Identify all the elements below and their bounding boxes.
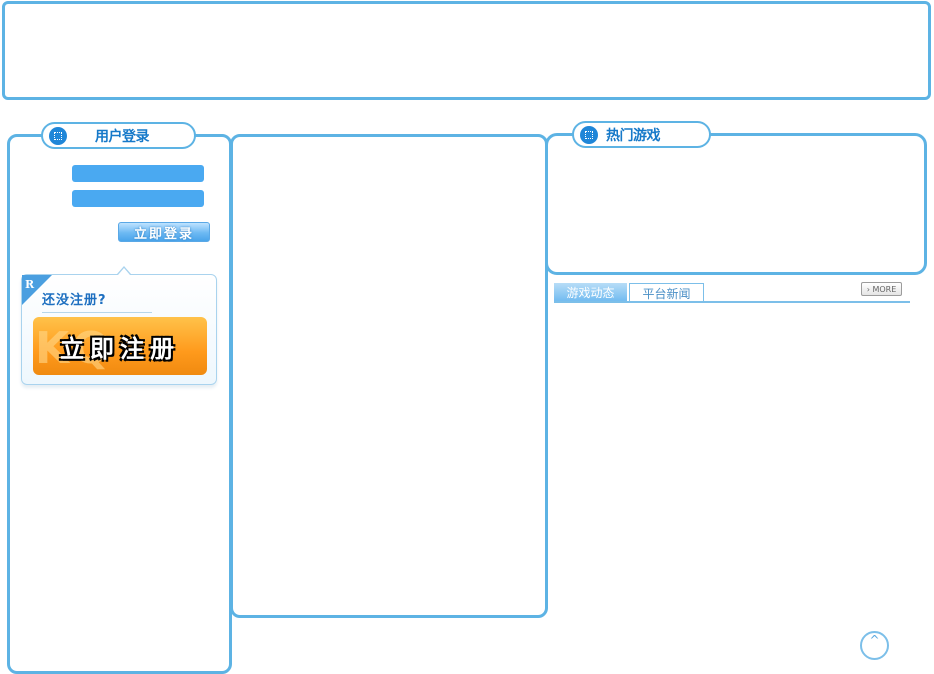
back-to-top-button[interactable]: ^ [860, 631, 889, 660]
password-input[interactable] [72, 190, 204, 207]
register-button-label: 立即注册 [60, 334, 180, 363]
tab-platform-news[interactable]: 平台新闻 [629, 283, 704, 302]
register-question: 还没注册? [42, 293, 107, 308]
divider [42, 312, 152, 313]
tab-underline [554, 301, 910, 303]
tab-game-news[interactable]: 游戏动态 [554, 283, 627, 302]
login-panel [7, 134, 232, 674]
grid-icon [580, 125, 598, 144]
top-banner [2, 1, 931, 100]
grid-icon [49, 126, 67, 145]
username-input[interactable] [72, 165, 204, 182]
login-button[interactable]: 立即登录 [118, 222, 210, 242]
login-title: 用户登录 [95, 128, 150, 145]
hot-games-header: 热门游戏 [572, 121, 711, 148]
center-panel [230, 134, 548, 618]
hot-games-panel [545, 133, 927, 275]
register-button[interactable]: K Q 立即注册 [33, 317, 207, 375]
corner-mark: R [25, 278, 35, 291]
chevron-up-icon: ^ [869, 633, 880, 647]
hot-games-title: 热门游戏 [606, 127, 661, 144]
card-notch-inner [118, 268, 130, 275]
login-header: 用户登录 [41, 122, 196, 149]
more-button[interactable]: › MORE [861, 282, 902, 296]
